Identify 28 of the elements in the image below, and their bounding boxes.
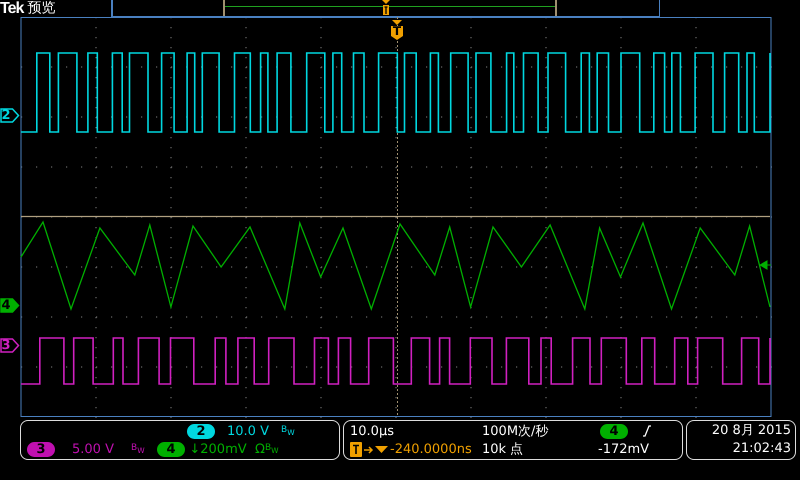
channel-badge[interactable]: 4: [157, 442, 185, 456]
record-length: 10k 点: [482, 441, 524, 458]
channel-scale: 10.0 V: [226, 424, 270, 438]
trigger-offset-icon: [350, 442, 389, 456]
channel-badge[interactable]: 2: [187, 424, 215, 438]
channel-scale: ↓200mV: [188, 442, 248, 456]
channel-marker[interactable]: 4: [0, 298, 20, 313]
trigger-position-marker: T: [389, 20, 405, 40]
trigger-point-icon: [381, 0, 392, 17]
time-text: 21:02:43: [732, 440, 791, 458]
trigger-source-badge[interactable]: 4: [600, 424, 628, 438]
channel-scale: 5.00 V: [71, 442, 115, 456]
trigger-level-arrow-icon: [760, 260, 772, 270]
rising-edge-icon: [642, 425, 652, 437]
trigger-position-value: -240.0000ns: [390, 442, 472, 456]
sample-rate: 100M次/秒: [482, 423, 550, 440]
brand-logo: Tek: [0, 0, 24, 17]
date-text: 20 8月 2015: [712, 422, 791, 440]
channel-marker[interactable]: 3: [0, 338, 20, 353]
bandwidth-limit-label: B$_{W}$: [264, 443, 280, 455]
channel-marker[interactable]: 2: [0, 108, 20, 123]
bandwidth-limit-label: B$_{W}$: [281, 425, 296, 437]
termination-label: Ω: [255, 442, 265, 456]
timebase-value[interactable]: 10.0µs: [350, 424, 482, 438]
bandwidth-limit-label: B$_{W}$: [131, 443, 146, 455]
mode-label: 预览: [27, 0, 56, 17]
trigger-level-value: -172mV: [597, 442, 650, 456]
channel-badge[interactable]: 3: [27, 442, 55, 456]
